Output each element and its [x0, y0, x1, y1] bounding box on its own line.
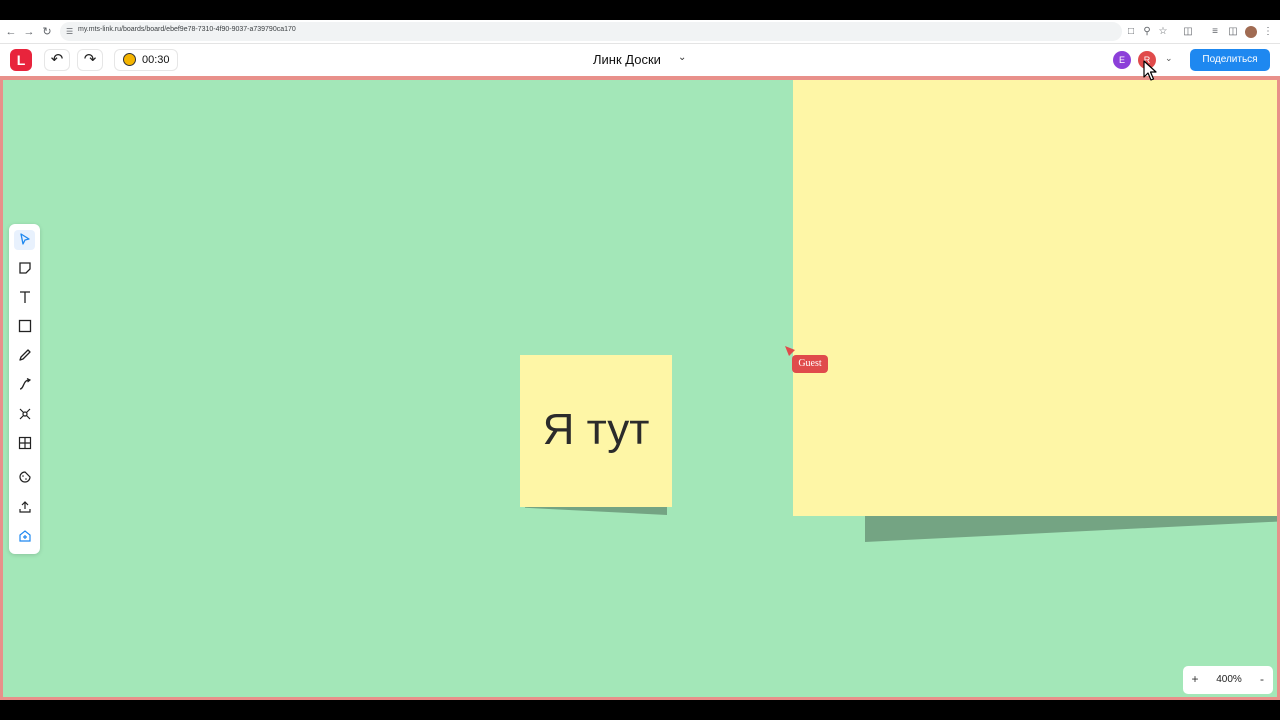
stickers-icon [18, 471, 31, 483]
sticky-note-small[interactable]: Я тут [520, 355, 672, 507]
share-button[interactable]: Поделиться [1190, 49, 1270, 71]
mouse-cursor-icon [1143, 60, 1157, 81]
profile-avatar[interactable] [1245, 26, 1257, 38]
sticky-note-large[interactable] [793, 80, 1277, 516]
templates-icon [18, 530, 31, 542]
sticky-note-icon [18, 262, 31, 274]
timer-value: 00:30 [142, 54, 170, 66]
table-tool[interactable] [14, 434, 35, 454]
zoom-level[interactable]: 400% [1214, 674, 1244, 685]
select-icon [19, 233, 30, 245]
install-icon[interactable]: □ [1124, 24, 1138, 40]
zoom-in-button[interactable]: + [1188, 672, 1202, 686]
mindmap-icon [19, 408, 30, 420]
connector-icon [19, 377, 31, 390]
browser-bar: ← → ↻ ☰ my.mts-link.ru/boards/board/ebef… [0, 20, 1280, 44]
address-bar[interactable]: ☰ my.mts-link.ru/boards/board/ebef9e78-7… [60, 22, 1122, 41]
side-panel-icon[interactable]: ◫ [1226, 24, 1240, 40]
board-canvas[interactable]: Я тут Guest [0, 76, 1280, 700]
mindmap-tool[interactable] [14, 405, 35, 425]
bookmark-star-icon[interactable]: ☆ [1156, 24, 1170, 40]
extensions-icon[interactable]: ◫ [1181, 24, 1195, 40]
logo-icon[interactable]: L [10, 49, 32, 71]
site-settings-icon[interactable]: ☰ [66, 27, 73, 36]
pen-tool[interactable] [14, 346, 35, 366]
pen-icon [18, 349, 31, 361]
stickers-tool[interactable] [14, 468, 35, 488]
shape-tool[interactable] [14, 317, 35, 337]
sticky-note-shadow [525, 507, 667, 515]
reload-icon[interactable]: ↻ [39, 24, 55, 40]
left-toolbar [9, 224, 40, 554]
upload-tool[interactable] [14, 498, 35, 518]
user-avatar-e[interactable]: E [1113, 51, 1131, 69]
upload-icon [18, 501, 31, 513]
zoom-control: + 400% - [1183, 666, 1273, 694]
sticky-note-shadow [865, 516, 1277, 542]
timer-button[interactable]: 00:30 [114, 49, 178, 71]
zoom-icon[interactable]: ⚲ [1140, 24, 1154, 40]
chevron-down-icon[interactable]: ⌄ [678, 52, 686, 63]
templates-tool[interactable] [14, 527, 35, 547]
app-header: L ↶ ↷ 00:30 Линк Доски ⌄ E R ⌄ Поделитьс… [0, 44, 1280, 76]
sticky-note-tool[interactable] [14, 259, 35, 279]
select-tool[interactable] [14, 230, 35, 250]
url-text: my.mts-link.ru/boards/board/ebef9e78-731… [78, 26, 296, 33]
back-icon[interactable]: ← [3, 24, 19, 40]
browser-menu-icon[interactable]: ⋮ [1261, 24, 1275, 40]
guest-cursor-label: Guest [792, 355, 828, 373]
table-icon [18, 436, 31, 450]
connector-tool[interactable] [14, 375, 35, 395]
shape-icon [18, 319, 31, 333]
stopwatch-icon [123, 53, 136, 66]
text-icon [19, 291, 30, 303]
participants-chevron-icon[interactable]: ⌄ [1165, 53, 1173, 64]
redo-button[interactable]: ↷ [77, 49, 103, 71]
undo-button[interactable]: ↶ [44, 49, 70, 71]
zoom-out-button[interactable]: - [1255, 672, 1269, 686]
media-icon[interactable]: ≡ [1208, 24, 1222, 40]
board-title[interactable]: Линк Доски [593, 52, 661, 67]
forward-icon[interactable]: → [21, 24, 37, 40]
text-tool[interactable] [14, 288, 35, 308]
sticky-note-text: Я тут [542, 405, 650, 454]
